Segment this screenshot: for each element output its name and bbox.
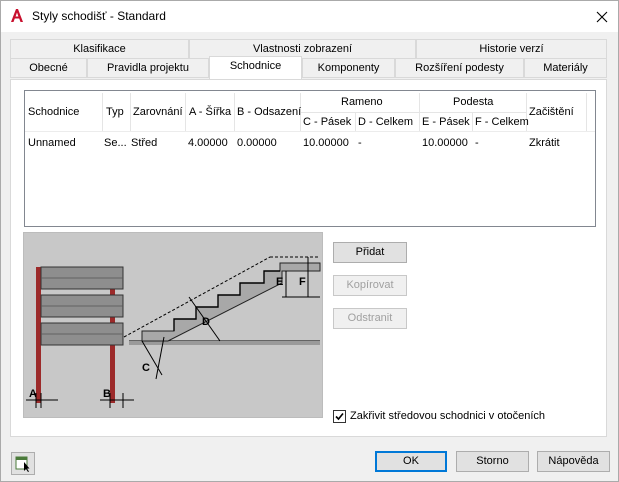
- select-object-icon: [15, 456, 30, 472]
- help-button[interactable]: Nápověda: [537, 451, 610, 472]
- cell-zarovnani[interactable]: Střed: [131, 137, 183, 149]
- tab-klasifikace[interactable]: Klasifikace: [10, 39, 189, 59]
- ok-button[interactable]: OK: [375, 451, 447, 472]
- add-button[interactable]: Přidat: [333, 242, 407, 263]
- tab-pravidla-projektu[interactable]: Pravidla projektu: [87, 58, 209, 78]
- help-context-button[interactable]: [11, 452, 35, 475]
- stringers-table[interactable]: Schodnice Typ Zarovnání A - Šířka B - Od…: [24, 90, 596, 227]
- cancel-button-label: Storno: [476, 455, 509, 467]
- dialog-window: Styly schodišť - Standard Klasifikace Vl…: [0, 0, 619, 482]
- tab-historie-verzi[interactable]: Historie verzí: [416, 39, 607, 59]
- close-button[interactable]: [586, 1, 618, 32]
- remove-button[interactable]: Odstranit: [333, 308, 407, 329]
- add-button-label: Přidat: [355, 246, 385, 258]
- col-header-b-odsazeni[interactable]: B - Odsazení: [237, 106, 301, 118]
- curve-center-stringer-label[interactable]: Zakřivit středovou schodnici v otočeních: [350, 410, 545, 422]
- col-header-zacisteni[interactable]: Začištění: [529, 106, 574, 118]
- cell-d-celkem[interactable]: -: [358, 137, 416, 149]
- window-title: Styly schodišť - Standard: [32, 9, 166, 23]
- dim-label-f: F: [299, 276, 306, 288]
- tab-obecne[interactable]: Obecné: [10, 58, 87, 78]
- cell-schodnice[interactable]: Unnamed: [28, 137, 100, 149]
- remove-button-label: Odstranit: [347, 312, 393, 324]
- cancel-button[interactable]: Storno: [456, 451, 529, 472]
- stringer-diagram-illustration: A B E F D C: [26, 256, 321, 408]
- col-header-typ[interactable]: Typ: [106, 106, 124, 118]
- copy-button-label: Kopírovat: [346, 279, 394, 291]
- copy-button[interactable]: Kopírovat: [333, 275, 407, 296]
- cell-f-celkem[interactable]: -: [475, 137, 525, 149]
- dim-label-a: A: [29, 388, 37, 400]
- stringer-diagram: A B E F D C: [23, 232, 323, 418]
- dim-label-b: B: [103, 388, 111, 400]
- tab-rozsireni-podesty[interactable]: Rozšíření podesty: [395, 58, 524, 78]
- tab-materialy[interactable]: Materiály: [524, 58, 607, 78]
- curve-center-stringer-checkbox[interactable]: [333, 410, 346, 423]
- dim-label-e: E: [276, 276, 283, 288]
- tab-schodnice[interactable]: Schodnice: [209, 56, 302, 79]
- cell-zacisteni[interactable]: Zkrátit: [529, 137, 584, 149]
- dim-label-c: C: [142, 362, 150, 374]
- col-header-zarovnani[interactable]: Zarovnání: [133, 106, 183, 118]
- tab-panel-schodnice: Schodnice Typ Zarovnání A - Šířka B - Od…: [10, 79, 607, 437]
- cell-e-pasek[interactable]: 10.00000: [422, 137, 472, 149]
- title-bar: Styly schodišť - Standard: [1, 1, 618, 32]
- close-icon: [596, 11, 608, 22]
- col-header-c-pasek[interactable]: C - Pásek: [303, 116, 351, 128]
- col-group-podesta: Podesta: [453, 96, 494, 108]
- tab-komponenty[interactable]: Komponenty: [302, 58, 395, 78]
- checkmark-icon: [335, 412, 344, 421]
- cell-a-sirka[interactable]: 4.00000: [188, 137, 233, 149]
- autocad-app-icon: [11, 9, 23, 22]
- col-header-a-sirka[interactable]: A - Šířka: [189, 106, 231, 118]
- ok-button-label: OK: [403, 455, 419, 467]
- col-header-d-celkem[interactable]: D - Celkem: [358, 116, 413, 128]
- col-header-schodnice[interactable]: Schodnice: [28, 106, 79, 118]
- dim-label-d: D: [202, 316, 210, 328]
- cell-c-pasek[interactable]: 10.00000: [303, 137, 355, 149]
- cell-typ[interactable]: Se...: [104, 137, 130, 149]
- help-button-label: Nápověda: [548, 455, 599, 467]
- cell-b-odsazeni[interactable]: 0.00000: [237, 137, 297, 149]
- col-header-e-pasek[interactable]: E - Pásek: [422, 116, 470, 128]
- col-header-f-celkem[interactable]: F - Celkem: [475, 116, 529, 128]
- col-group-rameno: Rameno: [341, 96, 383, 108]
